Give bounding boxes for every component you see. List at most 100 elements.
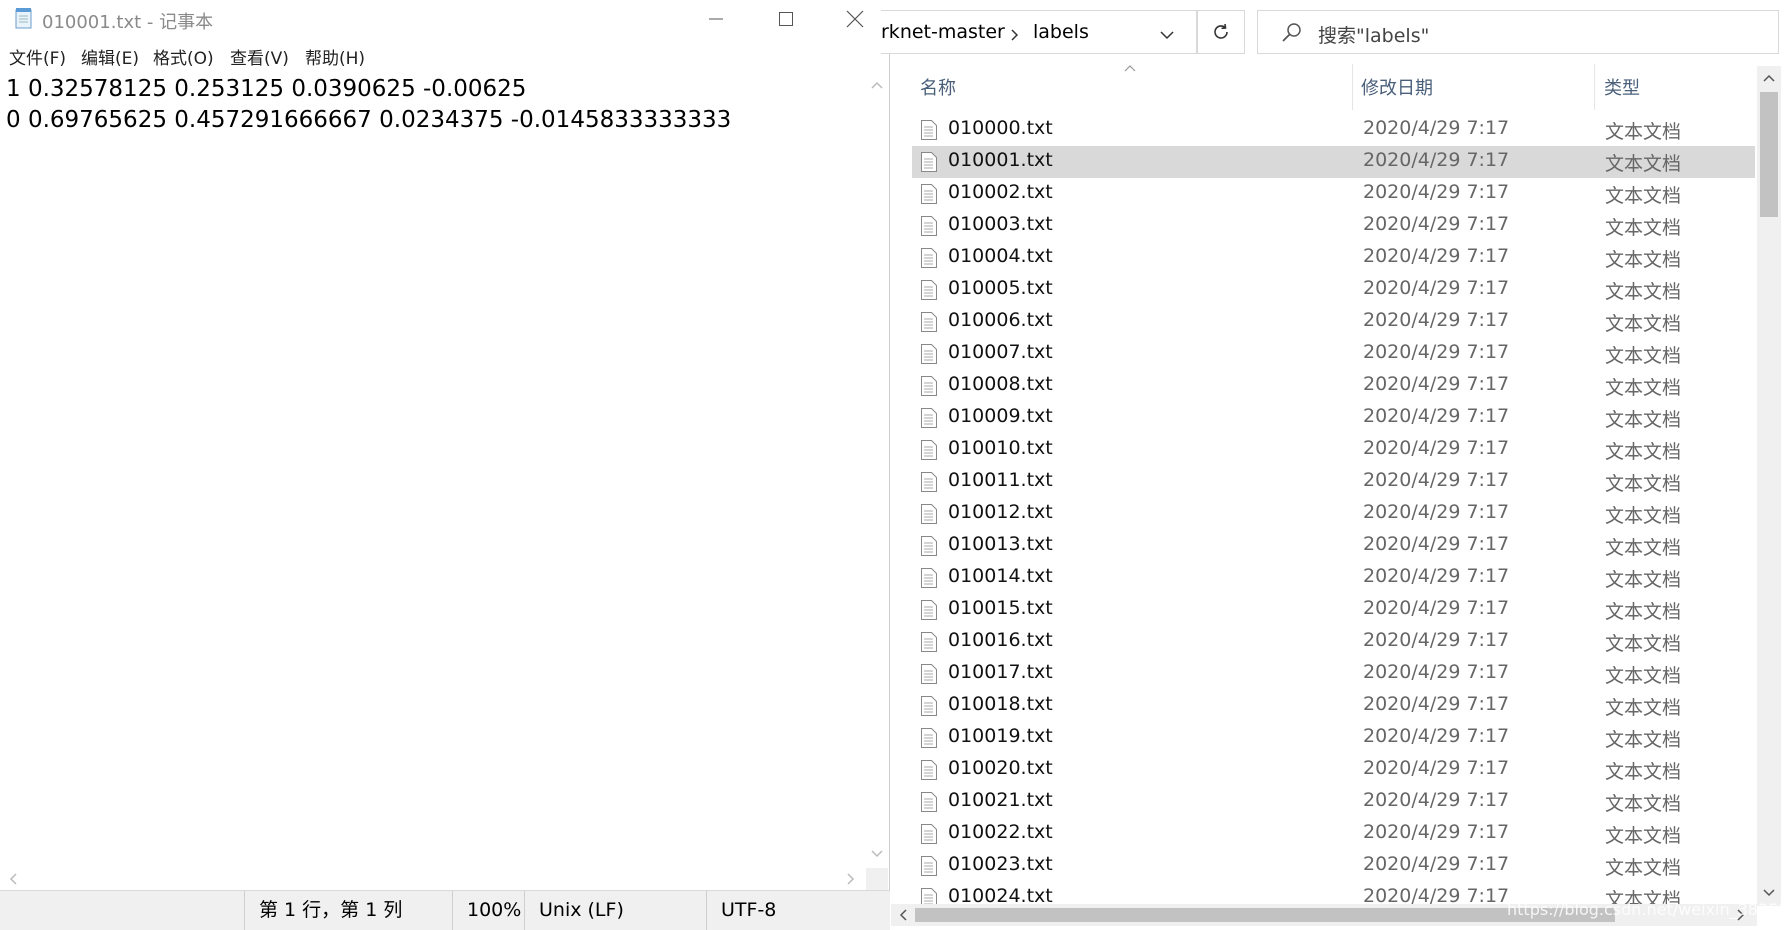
scroll-up-icon[interactable] [866, 74, 888, 96]
file-row[interactable]: 010007.txt 2020/4/29 7:17 文本文档 [912, 338, 1755, 370]
scroll-left-icon[interactable] [893, 904, 913, 926]
file-type: 文本文档 [1605, 185, 1682, 207]
text-file-icon [921, 632, 937, 652]
menu-help[interactable]: 帮助(H) [305, 44, 365, 69]
file-row[interactable]: 010015.txt 2020/4/29 7:17 文本文档 [912, 594, 1755, 626]
notepad-text-area[interactable]: 1 0.32578125 0.253125 0.0390625 -0.00625… [0, 72, 866, 868]
file-row[interactable]: 010020.txt 2020/4/29 7:17 文本文档 [912, 754, 1755, 786]
resize-grip[interactable] [866, 868, 888, 890]
scroll-down-icon[interactable] [866, 842, 888, 864]
file-modified-date: 2020/4/29 7:17 [1363, 789, 1510, 811]
breadcrumb-chevron-icon [1011, 29, 1019, 41]
scroll-right-icon[interactable] [840, 868, 862, 890]
file-name: 010020.txt [948, 757, 1053, 779]
file-modified-date: 2020/4/29 7:17 [1363, 693, 1510, 715]
file-row[interactable]: 010011.txt 2020/4/29 7:17 文本文档 [912, 466, 1755, 498]
column-name[interactable]: 名称 [920, 74, 956, 100]
column-header-row: 名称 修改日期 类型 [891, 64, 1757, 110]
file-row[interactable]: 010014.txt 2020/4/29 7:17 文本文档 [912, 562, 1755, 594]
file-row[interactable]: 010010.txt 2020/4/29 7:17 文本文档 [912, 434, 1755, 466]
file-row[interactable]: 010008.txt 2020/4/29 7:17 文本文档 [912, 370, 1755, 402]
search-box[interactable]: 搜索"labels" [1257, 10, 1779, 54]
refresh-button[interactable] [1197, 10, 1245, 54]
notepad-app-icon [15, 8, 32, 29]
notepad-horizontal-scrollbar[interactable] [0, 868, 866, 890]
explorer-vertical-scrollbar[interactable] [1757, 66, 1781, 906]
file-type: 文本文档 [1605, 249, 1682, 271]
breadcrumb-parent[interactable]: rknet-master [881, 21, 1005, 43]
file-row[interactable]: 010004.txt 2020/4/29 7:17 文本文档 [912, 242, 1755, 274]
text-line: 0 0.69765625 0.457291666667 0.0234375 -0… [6, 107, 732, 133]
file-name: 010004.txt [948, 245, 1053, 267]
menu-file[interactable]: 文件(F) [9, 44, 66, 69]
file-row[interactable]: 010006.txt 2020/4/29 7:17 文本文档 [912, 306, 1755, 338]
file-modified-date: 2020/4/29 7:17 [1363, 277, 1510, 299]
status-cursor-position: 第 1 行，第 1 列 [244, 891, 422, 930]
menu-format[interactable]: 格式(O) [153, 44, 214, 69]
file-modified-date: 2020/4/29 7:17 [1363, 501, 1510, 523]
text-file-icon [921, 280, 937, 300]
file-name: 010023.txt [948, 853, 1053, 875]
file-row[interactable]: 010012.txt 2020/4/29 7:17 文本文档 [912, 498, 1755, 530]
scroll-left-icon[interactable] [2, 868, 24, 890]
file-name: 010024.txt [948, 885, 1053, 904]
file-row[interactable]: 010003.txt 2020/4/29 7:17 文本文档 [912, 210, 1755, 242]
notepad-titlebar[interactable]: 010001.txt - 记事本 [0, 0, 890, 38]
chevron-down-icon[interactable] [1159, 29, 1175, 41]
file-name: 010012.txt [948, 501, 1053, 523]
file-row[interactable]: 010009.txt 2020/4/29 7:17 文本文档 [912, 402, 1755, 434]
file-modified-date: 2020/4/29 7:17 [1363, 853, 1510, 875]
file-type: 文本文档 [1605, 601, 1682, 623]
file-row[interactable]: 010000.txt 2020/4/29 7:17 文本文档 [912, 114, 1755, 146]
text-file-icon [921, 344, 937, 364]
file-modified-date: 2020/4/29 7:17 [1363, 437, 1510, 459]
refresh-icon [1214, 23, 1228, 39]
maximize-button[interactable] [751, 0, 821, 38]
text-line: 1 0.32578125 0.253125 0.0390625 -0.00625 [6, 76, 527, 102]
file-type: 文本文档 [1605, 825, 1682, 847]
file-row[interactable]: 010019.txt 2020/4/29 7:17 文本文档 [912, 722, 1755, 754]
file-row[interactable]: 010018.txt 2020/4/29 7:17 文本文档 [912, 690, 1755, 722]
sort-ascending-icon [1124, 65, 1136, 72]
text-file-icon [921, 376, 937, 396]
breadcrumb-current[interactable]: labels [1033, 21, 1089, 43]
file-row[interactable]: 010016.txt 2020/4/29 7:17 文本文档 [912, 626, 1755, 658]
text-file-icon [921, 248, 937, 268]
column-modified[interactable]: 修改日期 [1361, 74, 1433, 100]
menu-view[interactable]: 查看(V) [230, 44, 289, 69]
file-name: 010000.txt [948, 117, 1053, 139]
file-name: 010008.txt [948, 373, 1053, 395]
file-type: 文本文档 [1605, 537, 1682, 559]
file-row[interactable]: 010002.txt 2020/4/29 7:17 文本文档 [912, 178, 1755, 210]
close-button[interactable] [820, 0, 890, 38]
file-row[interactable]: 010001.txt 2020/4/29 7:17 文本文档 [912, 146, 1755, 178]
notepad-vertical-scrollbar[interactable] [866, 72, 888, 868]
file-row[interactable]: 010017.txt 2020/4/29 7:17 文本文档 [912, 658, 1755, 690]
scrollbar-thumb[interactable] [1760, 92, 1778, 217]
menu-edit[interactable]: 编辑(E) [81, 44, 139, 69]
column-divider[interactable] [1352, 64, 1353, 110]
maximize-icon [779, 12, 793, 26]
file-name: 010006.txt [948, 309, 1053, 331]
file-name: 010003.txt [948, 213, 1053, 235]
scroll-down-icon[interactable] [1757, 882, 1781, 902]
column-type[interactable]: 类型 [1604, 74, 1640, 100]
text-file-icon [921, 856, 937, 876]
minimize-button[interactable] [681, 0, 751, 38]
column-divider[interactable] [1594, 64, 1595, 110]
scroll-up-icon[interactable] [1757, 68, 1781, 88]
file-row[interactable]: 010005.txt 2020/4/29 7:17 文本文档 [912, 274, 1755, 306]
file-modified-date: 2020/4/29 7:17 [1363, 309, 1510, 331]
file-type: 文本文档 [1605, 505, 1682, 527]
address-bar[interactable]: rknet-master labels [881, 10, 1197, 54]
file-type: 文本文档 [1605, 345, 1682, 367]
file-type: 文本文档 [1605, 281, 1682, 303]
file-row[interactable]: 010023.txt 2020/4/29 7:17 文本文档 [912, 850, 1755, 882]
file-row[interactable]: 010013.txt 2020/4/29 7:17 文本文档 [912, 530, 1755, 562]
file-modified-date: 2020/4/29 7:17 [1363, 885, 1510, 904]
search-input[interactable]: 搜索"labels" [1318, 21, 1429, 48]
file-name: 010014.txt [948, 565, 1053, 587]
file-row[interactable]: 010022.txt 2020/4/29 7:17 文本文档 [912, 818, 1755, 850]
file-row[interactable]: 010021.txt 2020/4/29 7:17 文本文档 [912, 786, 1755, 818]
file-modified-date: 2020/4/29 7:17 [1363, 341, 1510, 363]
